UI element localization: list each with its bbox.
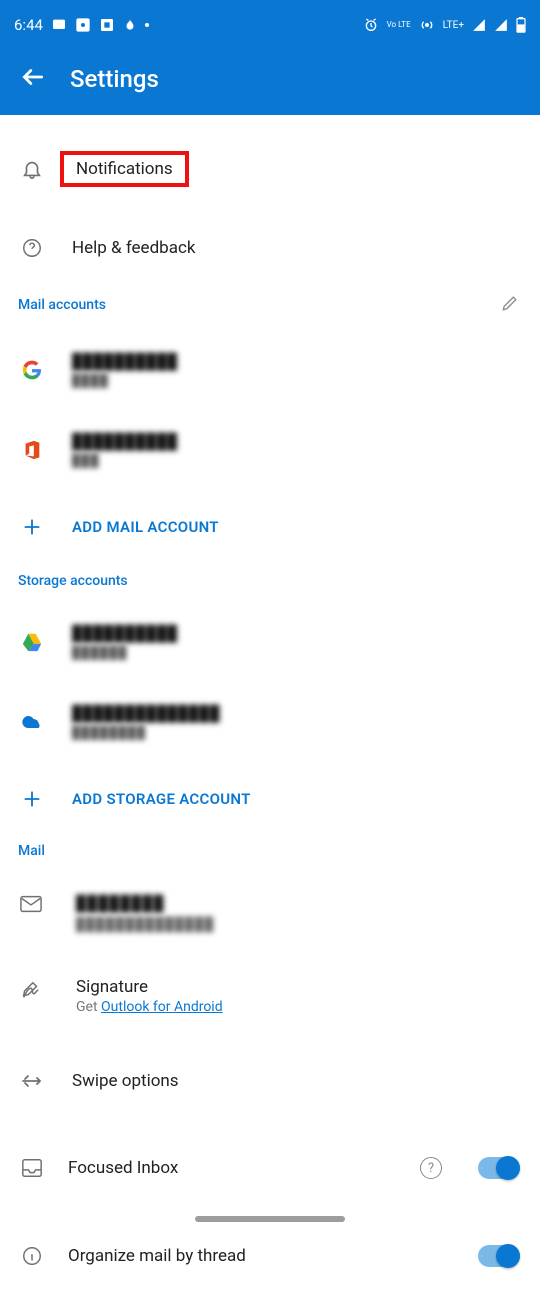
storage-accounts-header: Storage accounts (0, 559, 540, 599)
add-mail-account[interactable]: ADD MAIL ACCOUNT (0, 495, 540, 559)
organize-thread-row: Organize mail by thread (0, 1217, 540, 1295)
default-mail-row[interactable]: ████████ ██████████████ (0, 881, 540, 947)
office-icon (20, 438, 44, 462)
message-icon (51, 17, 67, 33)
add-mail-label: ADD MAIL ACCOUNT (72, 518, 219, 536)
flame-icon (123, 17, 137, 33)
account-name: ██████████ (72, 625, 178, 643)
lte-label: LTE+ (443, 20, 464, 31)
edit-pencil-icon[interactable] (500, 293, 520, 317)
account-sub: ████████ (72, 725, 220, 740)
signal1-icon (472, 18, 486, 32)
default-sub: ██████████████ (76, 917, 215, 933)
status-time: 6:44 (14, 16, 43, 34)
app-notif-icon (75, 17, 91, 33)
nav-home-indicator[interactable] (195, 1216, 345, 1222)
more-dot-icon (145, 23, 149, 27)
account-sub: ██████ (72, 645, 178, 660)
account-name: ██████████ (72, 353, 178, 371)
focused-help-icon[interactable]: ? (420, 1157, 442, 1179)
help-icon (20, 237, 44, 259)
storage-account-drive[interactable]: ██████████ ██████ (0, 611, 540, 673)
volte-icon: Vo LTE (387, 21, 411, 29)
app-bar: Settings (0, 50, 540, 115)
help-feedback-row[interactable]: Help & feedback (0, 221, 540, 275)
info-icon (20, 1245, 44, 1267)
bell-icon (20, 158, 44, 180)
signature-label: Signature (76, 977, 223, 997)
mail-section-title: Mail (0, 831, 540, 863)
thread-label: Organize mail by thread (68, 1246, 454, 1266)
page-title: Settings (70, 65, 159, 93)
notifications-row[interactable]: Notifications (0, 135, 540, 203)
notifications-label: Notifications (60, 151, 189, 187)
swipe-options-row[interactable]: Swipe options (0, 1047, 540, 1115)
storage-account-onedrive[interactable]: ██████████████ ████████ (0, 691, 540, 753)
help-label: Help & feedback (72, 238, 195, 258)
focused-label: Focused Inbox (68, 1158, 396, 1178)
envelope-icon (20, 895, 44, 917)
plus-icon (20, 787, 44, 811)
signature-row[interactable]: Signature Get Outlook for Android (0, 963, 540, 1029)
swipe-label: Swipe options (72, 1071, 179, 1091)
focused-toggle[interactable] (478, 1157, 520, 1179)
inbox-icon (20, 1157, 44, 1179)
account-sub: ████ (72, 373, 178, 388)
mail-account-office[interactable]: ██████████ ███ (0, 419, 540, 481)
battery-icon (516, 17, 526, 33)
hotspot-icon (419, 17, 435, 33)
account-name: ██████████████ (72, 705, 220, 723)
onedrive-icon (20, 710, 44, 734)
signature-icon (20, 977, 44, 1006)
plus-icon (20, 515, 44, 539)
mail-account-google[interactable]: ██████████ ████ (0, 339, 540, 401)
google-icon (20, 358, 44, 382)
outlook-android-link[interactable]: Outlook for Android (101, 999, 223, 1015)
default-label: ████████ (76, 895, 215, 913)
storage-accounts-title: Storage accounts (18, 573, 128, 589)
signature-sub: Get Outlook for Android (76, 999, 223, 1015)
add-storage-label: ADD STORAGE ACCOUNT (72, 790, 251, 808)
status-bar: 6:44 Vo LTE LTE+ (0, 0, 540, 50)
mail-accounts-title: Mail accounts (18, 297, 106, 313)
account-sub: ███ (72, 453, 178, 468)
account-name: ██████████ (72, 433, 178, 451)
signal2-icon (494, 18, 508, 32)
swipe-icon (20, 1073, 44, 1089)
google-drive-icon (20, 630, 44, 654)
alarm-icon (363, 17, 379, 33)
focused-inbox-row: Focused Inbox ? (0, 1129, 540, 1207)
mail-accounts-header: Mail accounts (0, 283, 540, 327)
back-arrow-icon[interactable] (20, 64, 46, 94)
thread-toggle[interactable] (478, 1245, 520, 1267)
add-storage-account[interactable]: ADD STORAGE ACCOUNT (0, 767, 540, 831)
app-notif2-icon (99, 17, 115, 33)
